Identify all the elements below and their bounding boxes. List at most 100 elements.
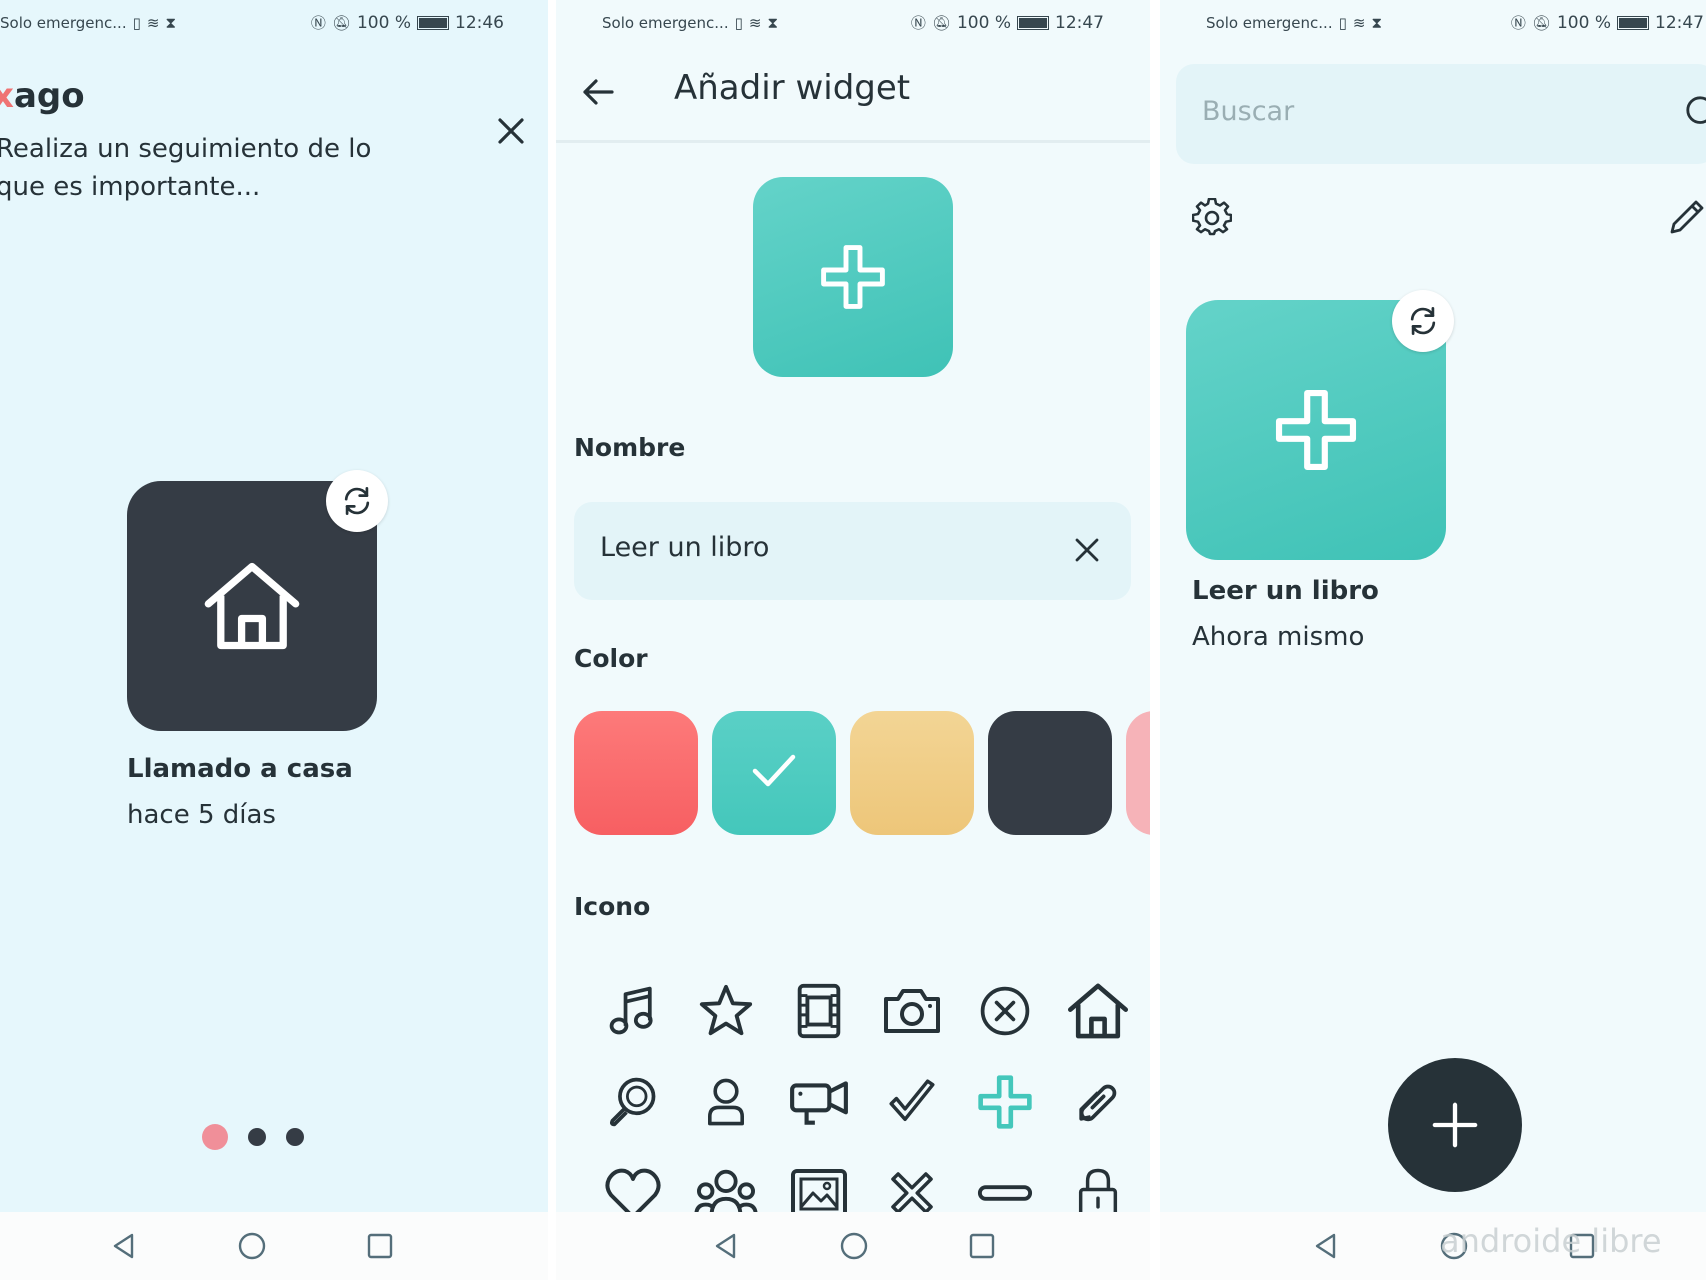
wifi-icon: ≋ <box>1352 14 1366 32</box>
watermark: androide libre <box>1440 1222 1662 1260</box>
bell-off-icon: 🔕︎ <box>331 13 351 32</box>
magnifier-icon <box>609 1077 655 1126</box>
clock: 12:46 <box>455 12 504 33</box>
nfc-icon: Ⓝ <box>310 14 326 32</box>
x-icon <box>890 1171 933 1214</box>
screenshot-collage: Solo emergenc... ▯ ≋ ⧗ Ⓝ 🔕︎ 100 % 12:46 … <box>0 0 1706 1280</box>
color-swatch-red[interactable] <box>574 711 698 835</box>
widget-name: Llamado a casa <box>127 754 353 784</box>
icon-option-plus[interactable] <box>958 1056 1051 1147</box>
nfc-icon: Ⓝ <box>910 14 926 32</box>
video-camera-icon <box>789 1080 848 1125</box>
color-swatch-dark[interactable] <box>988 711 1112 835</box>
battery-icon <box>1617 15 1649 30</box>
app-title-text: ago <box>13 76 85 116</box>
color-swatch-teal[interactable] <box>712 711 836 835</box>
color-swatch-yellow[interactable] <box>850 711 974 835</box>
status-left: Solo emergenc... ▯ ≋ ⧗ <box>602 14 778 32</box>
pencil-icon[interactable] <box>1666 198 1706 238</box>
widget-time: hace 5 días <box>127 800 276 830</box>
battery-icon <box>417 15 449 30</box>
person-icon <box>707 1078 744 1125</box>
icon-option-star[interactable] <box>679 965 772 1056</box>
status-bar: Solo emergenc... ▯ ≋ ⧗ Ⓝ 🔕︎ 100 % 12:46 <box>0 10 548 36</box>
nav-home-icon[interactable] <box>238 1232 266 1260</box>
status-right: Ⓝ 🔕︎ 100 % 12:46 <box>311 12 504 33</box>
search-icon[interactable] <box>1684 94 1706 132</box>
nfc-icon: Ⓝ <box>1510 14 1526 32</box>
carrier-text: Solo emergenc... <box>0 14 127 32</box>
sim-icon: ▯ <box>1338 14 1347 32</box>
icon-option-video[interactable] <box>772 1056 865 1147</box>
app-title-accent: x <box>0 76 14 116</box>
name-label: Nombre <box>574 433 686 462</box>
page-dot-2[interactable] <box>248 1128 266 1146</box>
clear-icon[interactable] <box>1073 536 1101 564</box>
status-bar: Solo emergenc... ▯ ≋ ⧗ Ⓝ 🔕︎ 100 % 12:47 <box>556 10 1150 36</box>
color-label: Color <box>574 644 648 673</box>
icon-option-check[interactable] <box>865 1056 958 1147</box>
widget-time: Ahora mismo <box>1192 622 1365 652</box>
icon-picker-grid <box>586 965 1144 1238</box>
refresh-icon <box>1410 307 1436 335</box>
film-icon <box>797 983 840 1038</box>
camera-icon <box>883 988 940 1033</box>
app-bar: Añadir widget <box>556 52 1150 143</box>
nav-back-icon[interactable] <box>110 1232 138 1260</box>
close-icon[interactable] <box>496 116 526 146</box>
star-icon <box>699 984 752 1035</box>
page-title: Añadir widget <box>674 68 911 108</box>
battery-percent: 100 % <box>1556 12 1611 33</box>
plus-icon <box>1432 1102 1478 1148</box>
icon-option-camera[interactable] <box>865 965 958 1056</box>
color-swatches <box>574 711 1150 835</box>
back-arrow-icon[interactable] <box>580 74 616 110</box>
status-left: Solo emergenc... ▯ ≋ ⧗ <box>1206 14 1382 32</box>
link-icon <box>1078 1084 1116 1121</box>
icon-option-link[interactable] <box>1051 1056 1144 1147</box>
icon-option-cancel[interactable] <box>958 965 1051 1056</box>
system-nav-bar <box>0 1212 548 1280</box>
icon-option-film[interactable] <box>772 965 865 1056</box>
panel-home: Solo emergenc... ▯ ≋ ⧗ Ⓝ 🔕︎ 100 % 12:47 … <box>1160 0 1706 1280</box>
carrier-text: Solo emergenc... <box>602 14 729 32</box>
widget-name: Leer un libro <box>1192 576 1379 606</box>
add-widget-button[interactable] <box>1388 1058 1522 1192</box>
battery-percent: 100 % <box>956 12 1011 33</box>
status-bar: Solo emergenc... ▯ ≋ ⧗ Ⓝ 🔕︎ 100 % 12:47 <box>1160 10 1706 36</box>
clock: 12:47 <box>1055 12 1104 33</box>
widget-preview <box>753 177 953 377</box>
icon-option-magnifier[interactable] <box>586 1056 679 1147</box>
nav-back-icon[interactable] <box>1312 1232 1340 1260</box>
wifi-icon: ≋ <box>748 14 762 32</box>
app-title: xago <box>0 76 85 116</box>
nav-recents-icon[interactable] <box>366 1232 394 1260</box>
page-dot-3[interactable] <box>286 1128 304 1146</box>
panel-add-widget: Solo emergenc... ▯ ≋ ⧗ Ⓝ 🔕︎ 100 % 12:47 … <box>556 0 1150 1280</box>
nav-recents-icon[interactable] <box>968 1232 996 1260</box>
refresh-button[interactable] <box>326 470 388 532</box>
house-icon <box>204 562 300 650</box>
refresh-button[interactable] <box>1392 290 1454 352</box>
search-bar[interactable]: Buscar <box>1176 64 1706 164</box>
check-icon <box>752 754 796 787</box>
plus-icon <box>1275 389 1357 471</box>
icon-option-house[interactable] <box>1051 965 1144 1056</box>
hourglass-icon: ⧗ <box>1371 14 1382 32</box>
status-right: Ⓝ 🔕︎ 100 % 12:47 <box>1511 12 1704 33</box>
gear-icon[interactable] <box>1192 198 1232 238</box>
divider <box>1150 0 1160 1280</box>
page-dot-1[interactable] <box>202 1124 228 1150</box>
bell-off-icon: 🔕︎ <box>931 13 951 32</box>
color-swatch-pink[interactable] <box>1126 711 1150 835</box>
nav-home-icon[interactable] <box>840 1232 868 1260</box>
nav-back-icon[interactable] <box>712 1232 740 1260</box>
icon-option-person[interactable] <box>679 1056 772 1147</box>
status-left: Solo emergenc... ▯ ≋ ⧗ <box>0 14 176 32</box>
onboarding-subtitle: Realiza un seguimiento de lo que es impo… <box>0 134 372 202</box>
icon-option-music[interactable] <box>586 965 679 1056</box>
divider <box>548 0 556 1280</box>
icon-label: Icono <box>574 892 651 921</box>
lock-icon <box>1078 1168 1117 1217</box>
name-input[interactable]: Leer un libro <box>574 502 1131 600</box>
